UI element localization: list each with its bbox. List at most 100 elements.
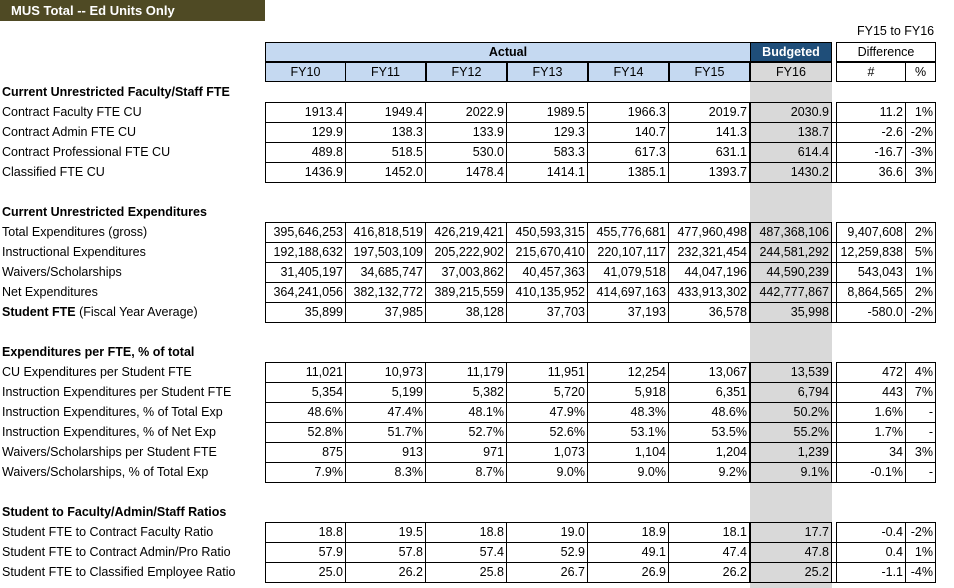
- value-cell: 35,998: [750, 302, 832, 322]
- pct-cell: -: [905, 462, 936, 482]
- value-cell: 133.9: [426, 122, 507, 142]
- value-cell: 450,593,315: [507, 222, 588, 242]
- value-cell: 50.2%: [750, 402, 832, 422]
- row-label: Student FTE to Contract Admin/Pro Ratio: [2, 545, 231, 559]
- row-label: Instruction Expenditures, % of Total Exp: [2, 405, 223, 419]
- value-cell: 583.3: [507, 142, 588, 162]
- value-cell: 48.3%: [588, 402, 669, 422]
- diff-cell: -580.0: [836, 302, 906, 322]
- value-cell: 1478.4: [426, 162, 507, 182]
- value-cell: 1393.7: [669, 162, 750, 182]
- value-cell: 129.9: [265, 122, 346, 142]
- value-cell: 426,219,421: [426, 222, 507, 242]
- value-cell: 52.7%: [426, 422, 507, 442]
- actual-header: Actual: [265, 42, 751, 62]
- value-cell: 18.1: [669, 522, 750, 542]
- value-cell: 389,215,559: [426, 282, 507, 302]
- value-cell: 52.8%: [265, 422, 346, 442]
- pct-cell: 1%: [905, 102, 936, 122]
- row-label: Contract Professional FTE CU: [2, 145, 171, 159]
- value-cell: 244,581,292: [750, 242, 832, 262]
- value-cell: 51.7%: [345, 422, 426, 442]
- value-cell: 410,135,952: [507, 282, 588, 302]
- row-divider: [265, 182, 936, 183]
- value-cell: 192,188,632: [265, 242, 346, 262]
- value-cell: 11,951: [507, 362, 588, 382]
- row-label-suffix: (Fiscal Year Average): [75, 305, 198, 319]
- value-cell: 487,368,106: [750, 222, 832, 242]
- value-cell: 631.1: [669, 142, 750, 162]
- value-cell: 18.8: [426, 522, 507, 542]
- value-cell: 364,241,056: [265, 282, 346, 302]
- year-header-fy12: FY12: [426, 62, 507, 82]
- value-cell: 38,128: [426, 302, 507, 322]
- value-cell: 442,777,867: [750, 282, 832, 302]
- value-cell: 18.8: [265, 522, 346, 542]
- value-cell: 1436.9: [265, 162, 346, 182]
- value-cell: 26.2: [669, 562, 750, 582]
- value-cell: 9.0%: [588, 462, 669, 482]
- diff-cell: 543,043: [836, 262, 906, 282]
- row-label: Instruction Expenditures, % of Net Exp: [2, 425, 216, 439]
- value-cell: 205,222,902: [426, 242, 507, 262]
- year-header-fy16: FY16: [750, 62, 832, 82]
- value-cell: 215,670,410: [507, 242, 588, 262]
- value-cell: 37,703: [507, 302, 588, 322]
- value-cell: 8.3%: [345, 462, 426, 482]
- pct-cell: 5%: [905, 242, 936, 262]
- difference-header: Difference: [836, 42, 936, 62]
- value-cell: 1,073: [507, 442, 588, 462]
- diff-num-header: #: [836, 62, 906, 82]
- value-cell: 44,047,196: [669, 262, 750, 282]
- value-cell: 5,382: [426, 382, 507, 402]
- value-cell: 49.1: [588, 542, 669, 562]
- value-cell: 48.6%: [669, 402, 750, 422]
- year-header-fy15: FY15: [669, 62, 750, 82]
- pct-cell: 3%: [905, 442, 936, 462]
- value-cell: 47.9%: [507, 402, 588, 422]
- sheet-title: MUS Total -- Ed Units Only: [0, 0, 265, 21]
- row-label: Instruction Expenditures per Student FTE: [2, 385, 232, 399]
- value-cell: 53.5%: [669, 422, 750, 442]
- value-cell: 382,132,772: [345, 282, 426, 302]
- value-cell: 31,405,197: [265, 262, 346, 282]
- value-cell: 52.6%: [507, 422, 588, 442]
- pct-cell: -3%: [905, 142, 936, 162]
- value-cell: 433,913,302: [669, 282, 750, 302]
- pct-cell: 2%: [905, 282, 936, 302]
- value-cell: 1430.2: [750, 162, 832, 182]
- value-cell: 26.9: [588, 562, 669, 582]
- row-label: Waivers/Scholarships, % of Total Exp: [2, 465, 209, 479]
- year-header-fy13: FY13: [507, 62, 588, 82]
- diff-cell: -0.4: [836, 522, 906, 542]
- value-cell: 414,697,163: [588, 282, 669, 302]
- value-cell: 455,776,681: [588, 222, 669, 242]
- value-cell: 9.2%: [669, 462, 750, 482]
- value-cell: 37,985: [345, 302, 426, 322]
- value-cell: 518.5: [345, 142, 426, 162]
- row-divider: [265, 582, 936, 583]
- pct-cell: -2%: [905, 302, 936, 322]
- value-cell: 8.7%: [426, 462, 507, 482]
- year-header-fy11: FY11: [345, 62, 426, 82]
- value-cell: 41,079,518: [588, 262, 669, 282]
- diff-cell: -1.1: [836, 562, 906, 582]
- value-cell: 141.3: [669, 122, 750, 142]
- value-cell: 530.0: [426, 142, 507, 162]
- value-cell: 36,578: [669, 302, 750, 322]
- diff-cell: 1.6%: [836, 402, 906, 422]
- diff-cell: 1.7%: [836, 422, 906, 442]
- value-cell: 1913.4: [265, 102, 346, 122]
- pct-cell: 2%: [905, 222, 936, 242]
- value-cell: 971: [426, 442, 507, 462]
- section-title: Expenditures per FTE, % of total: [2, 345, 195, 359]
- pct-cell: -4%: [905, 562, 936, 582]
- diff-cell: 34: [836, 442, 906, 462]
- value-cell: 232,321,454: [669, 242, 750, 262]
- year-header-fy10: FY10: [265, 62, 346, 82]
- value-cell: 489.8: [265, 142, 346, 162]
- pct-cell: 1%: [905, 262, 936, 282]
- value-cell: 25.8: [426, 562, 507, 582]
- value-cell: 11,179: [426, 362, 507, 382]
- value-cell: 5,354: [265, 382, 346, 402]
